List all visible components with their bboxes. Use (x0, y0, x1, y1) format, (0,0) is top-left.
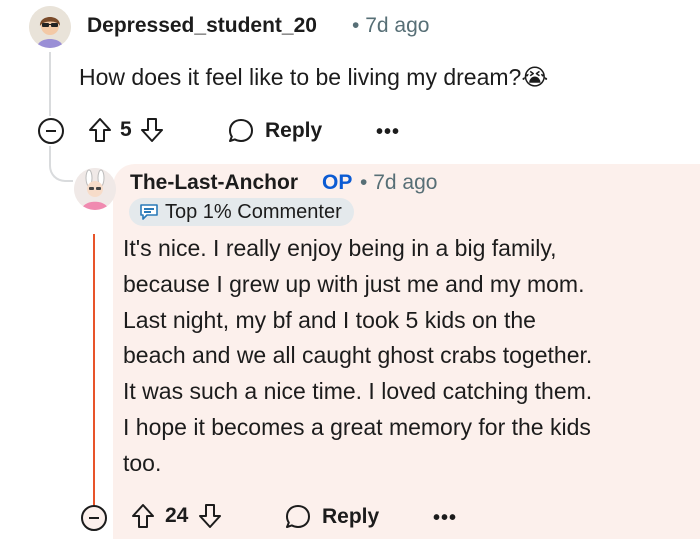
thread-line (49, 52, 51, 116)
vote-group: 24 (131, 503, 222, 529)
comment-text: How does it feel like to be living my dr… (79, 64, 522, 90)
thread-connector (49, 146, 73, 182)
reply-label: Reply (322, 505, 380, 528)
collapse-button[interactable] (38, 118, 64, 144)
commenter-badge: Top 1% Commenter (129, 198, 354, 226)
upvote-icon[interactable] (88, 117, 112, 143)
vote-group: 5 (88, 117, 164, 143)
reply-line: too. (123, 449, 162, 476)
minus-icon (46, 130, 56, 132)
reply-time: 7d ago (373, 171, 438, 194)
avatar[interactable] (74, 168, 116, 210)
reply-line: beach and we all caught ghost crabs toge… (123, 342, 593, 369)
more-options-button[interactable]: ••• (433, 507, 457, 530)
downvote-icon[interactable] (140, 117, 164, 143)
crying-emoji: 😭 (521, 64, 549, 90)
vote-count: 24 (165, 504, 189, 527)
reply-meta: • 7d ago (360, 171, 437, 195)
reply-line: I hope it becomes a great memory for the… (123, 413, 591, 440)
separator-dot: • (360, 171, 368, 194)
reply-actions (81, 505, 107, 531)
user-avatar-icon (29, 6, 71, 48)
chat-badge-icon (140, 204, 158, 220)
reply-line: Last night, my bf and I took 5 kids on t… (123, 306, 536, 333)
separator-dot: • (352, 14, 360, 37)
reply-line: It's nice. I really enjoy being in a big… (123, 235, 557, 261)
more-options-button[interactable]: ••• (376, 121, 400, 144)
collapse-button[interactable] (81, 505, 107, 531)
vote-count: 5 (120, 118, 132, 141)
speech-bubble-icon (229, 119, 253, 142)
badge-label: Top 1% Commenter (165, 200, 342, 223)
reply-thread-line (93, 234, 95, 506)
reply-label: Reply (265, 119, 323, 142)
speech-bubble-icon (286, 505, 310, 528)
reply-line: because I grew up with just me and my mo… (123, 270, 585, 297)
reply-line: It was such a nice time. I loved catchin… (123, 378, 593, 405)
minus-icon (89, 517, 99, 519)
reply-username[interactable]: The-Last-Anchor (130, 171, 298, 195)
reply-button[interactable]: Reply (227, 117, 322, 145)
comment-time: 7d ago (365, 14, 430, 37)
comment-actions (38, 118, 64, 144)
op-tag: OP (322, 171, 353, 194)
comment-body: How does it feel like to be living my dr… (79, 64, 548, 91)
comment-meta: • 7d ago (352, 14, 429, 38)
reply-button[interactable]: Reply (284, 503, 379, 531)
reply-body: It's nice. I really enjoy being in a big… (123, 231, 683, 482)
downvote-icon[interactable] (198, 503, 222, 529)
user-avatar-icon (74, 168, 116, 210)
avatar[interactable] (29, 6, 71, 48)
comment-username[interactable]: Depressed_student_20 (87, 14, 317, 38)
upvote-icon[interactable] (131, 503, 155, 529)
